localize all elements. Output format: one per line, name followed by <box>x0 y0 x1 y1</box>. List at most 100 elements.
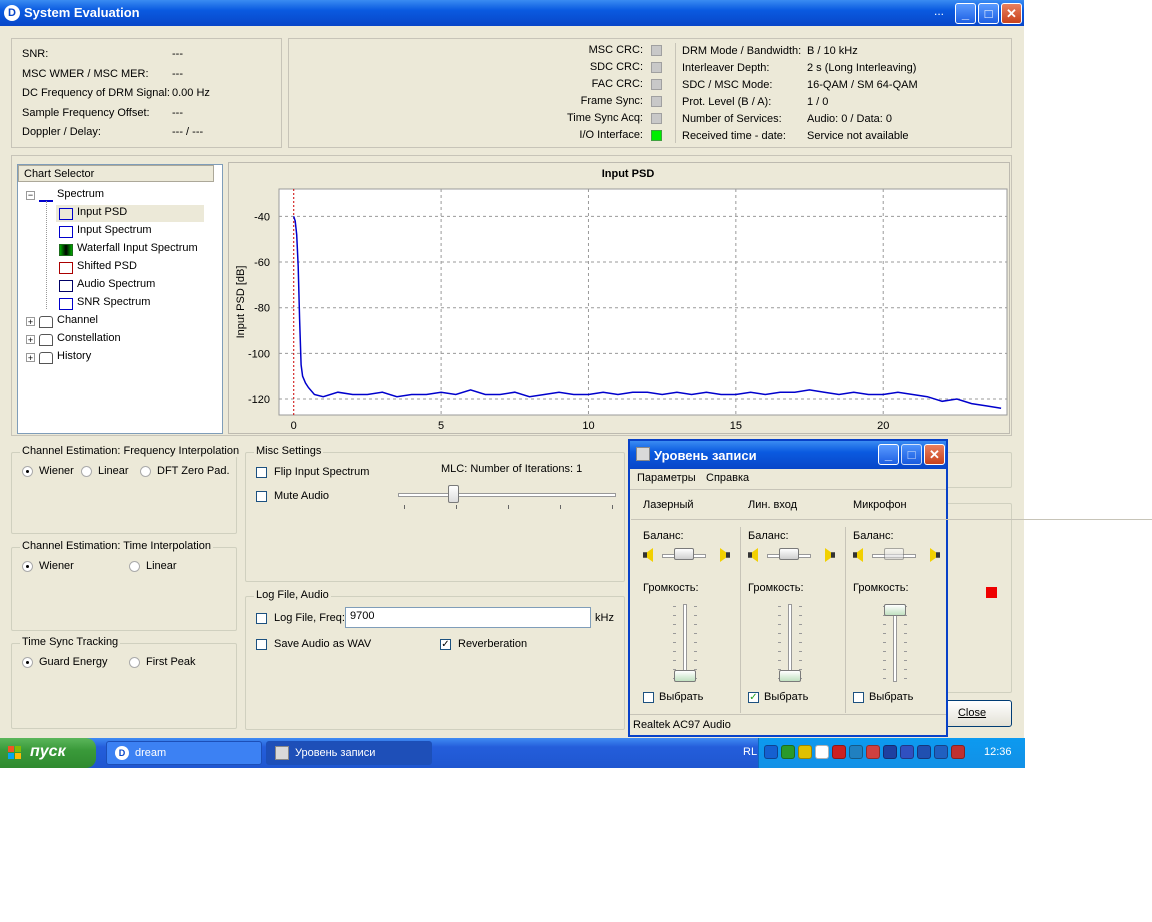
balance-slider-thumb[interactable] <box>674 548 694 560</box>
mixer-close-button[interactable]: ✕ <box>924 444 945 465</box>
radio-button[interactable] <box>22 466 33 477</box>
chart-frame: 05101520-40-60-80-100-120Input PSDFreque… <box>228 162 1010 434</box>
tree-item-chart[interactable]: Input Spectrum <box>77 224 152 236</box>
language-indicator[interactable]: RL <box>743 746 757 758</box>
back-icon[interactable] <box>764 745 778 759</box>
title-bar[interactable]: D System Evaluation ... _ □ ✕ <box>0 0 1024 26</box>
radio-button[interactable] <box>129 657 140 668</box>
close-window-button[interactable]: ✕ <box>1001 3 1022 24</box>
balance-slider-thumb[interactable] <box>884 548 904 560</box>
save-wav-label: Save Audio as WAV <box>274 638 372 650</box>
radio-button[interactable] <box>81 466 92 477</box>
radio-button[interactable] <box>22 561 33 572</box>
time-interp-title: Channel Estimation: Time Interpolation <box>20 540 213 552</box>
volume-tick <box>778 660 781 661</box>
volume-tick <box>904 642 907 643</box>
antivirus-icon[interactable] <box>951 745 965 759</box>
network-icon[interactable] <box>781 745 795 759</box>
tree-item-category[interactable]: History <box>57 350 91 362</box>
freq-interp-title: Channel Estimation: Frequency Interpolat… <box>20 445 242 457</box>
mlc-slider-thumb[interactable] <box>448 485 459 503</box>
update-icon[interactable] <box>849 745 863 759</box>
reverberation-checkbox[interactable]: ✓ <box>440 639 451 650</box>
tree-item-category[interactable]: Constellation <box>57 332 121 344</box>
mlc-label: MLC: Number of Iterations: 1 <box>441 463 583 475</box>
expand-icon[interactable]: + <box>26 317 35 327</box>
start-button[interactable]: пуск <box>0 738 96 768</box>
mute-audio-checkbox[interactable] <box>256 491 267 502</box>
volume-tick <box>799 660 802 661</box>
taskbar-item-dream[interactable]: D dream <box>106 741 262 765</box>
plot-background <box>278 188 1008 416</box>
expand-icon[interactable]: + <box>26 335 35 345</box>
tree-item-category[interactable]: Channel <box>57 314 98 326</box>
mixer-menu-help[interactable]: Справка <box>706 472 749 484</box>
battery-icon[interactable] <box>883 745 897 759</box>
volume-tick <box>778 651 781 652</box>
input-psd-chart: 05101520-40-60-80-100-120Input PSDFreque… <box>235 168 1008 432</box>
mixer-title-bar[interactable]: Уровень записи _ □ ✕ <box>630 441 946 469</box>
gear-icon[interactable] <box>815 745 829 759</box>
flip-spectrum-checkbox[interactable] <box>256 467 267 478</box>
radio-button[interactable] <box>140 466 151 477</box>
select-label: Выбрать <box>764 691 809 703</box>
freq-interp-group: Channel Estimation: Frequency Interpolat… <box>11 445 242 534</box>
monitor-icon[interactable] <box>917 745 931 759</box>
security-icon[interactable] <box>866 745 880 759</box>
chart-selector-tree: Chart Selector − Spectrum Input PSD Input S… <box>17 164 223 434</box>
drm-info-value: Audio: 0 / Data: 0 <box>807 113 892 125</box>
maximize-button[interactable]: □ <box>978 3 999 24</box>
minimize-button[interactable]: _ <box>955 3 976 24</box>
mixer-maximize-button[interactable]: □ <box>901 444 922 465</box>
volume-slider-thumb[interactable] <box>674 670 696 682</box>
tree-item-spectrum[interactable]: Spectrum <box>57 188 104 200</box>
drm-info-value: 16-QAM / SM 64-QAM <box>807 79 918 91</box>
mixer-minimize-button[interactable]: _ <box>878 444 899 465</box>
shield-icon[interactable] <box>798 745 812 759</box>
tool-icon[interactable] <box>934 745 948 759</box>
select-checkbox[interactable] <box>643 692 654 703</box>
volume-slider-thumb[interactable] <box>779 670 801 682</box>
clock[interactable]: 12:36 <box>984 746 1012 758</box>
chart-type-icon <box>59 226 73 238</box>
balance-label: Баланс: <box>853 530 894 542</box>
taskbar-item-recording-level[interactable]: Уровень записи <box>266 741 432 765</box>
volume-tick <box>883 669 886 670</box>
save-wav-checkbox[interactable] <box>256 639 267 650</box>
volume-tick <box>799 642 802 643</box>
tree-item-chart[interactable]: SNR Spectrum <box>77 296 150 308</box>
log-file-checkbox[interactable] <box>256 613 267 624</box>
freq-input[interactable]: 9700 <box>345 607 591 628</box>
mlc-slider-track[interactable] <box>398 493 616 497</box>
speaker-left-icon <box>853 548 863 562</box>
category-icon <box>39 352 53 364</box>
balance-label: Баланс: <box>748 530 789 542</box>
status-panel: SNR: --- MSC WMER / MSC MER: --- DC Frequenc… <box>11 38 282 148</box>
chart-selector-header[interactable]: Chart Selector <box>18 165 214 182</box>
indicator-led <box>651 79 662 90</box>
status-value: --- / --- <box>172 126 204 138</box>
start-label: пуск <box>30 743 66 760</box>
volume-slider-thumb[interactable] <box>884 604 906 616</box>
radio-button[interactable] <box>129 561 140 572</box>
volume-tick <box>694 651 697 652</box>
mixer-menu-separator <box>630 489 946 490</box>
select-checkbox[interactable] <box>853 692 864 703</box>
spectrum-collapse-icon[interactable]: − <box>26 191 35 200</box>
balance-slider-thumb[interactable] <box>779 548 799 560</box>
tree-item-chart[interactable]: Shifted PSD <box>77 260 137 272</box>
at-icon[interactable] <box>832 745 846 759</box>
volume-tick <box>904 651 907 652</box>
radio-button[interactable] <box>22 657 33 668</box>
chart-title: Input PSD <box>602 168 655 180</box>
tree-item-chart[interactable]: Waterfall Input Spectrum <box>77 242 198 254</box>
y-tick-label: -120 <box>248 394 270 406</box>
tree-item-chart[interactable]: Audio Spectrum <box>77 278 155 290</box>
tree-item-chart[interactable]: Input PSD <box>77 206 127 218</box>
chart-type-icon <box>59 298 73 310</box>
status-label: DC Frequency of DRM Signal: <box>22 87 170 99</box>
select-checkbox[interactable]: ✓ <box>748 692 759 703</box>
expand-icon[interactable]: + <box>26 353 35 363</box>
mixer-menu-parameters[interactable]: Параметры <box>637 472 696 484</box>
display-icon[interactable] <box>900 745 914 759</box>
